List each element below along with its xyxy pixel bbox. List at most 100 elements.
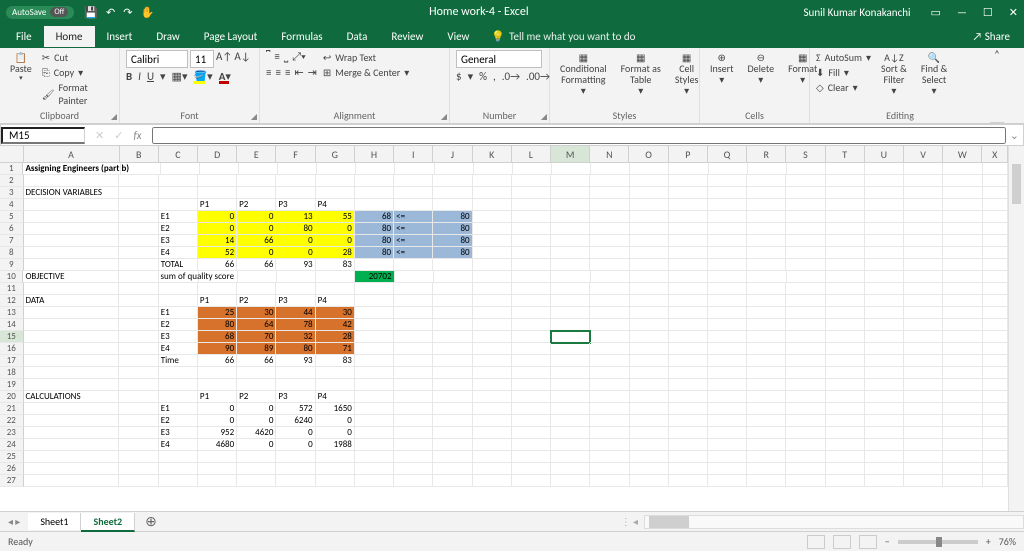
- cell[interactable]: [983, 235, 1008, 247]
- cell[interactable]: [237, 175, 276, 187]
- cell[interactable]: [24, 331, 120, 343]
- insert-cells-button[interactable]: ⊕Insert▾: [706, 50, 738, 87]
- cell[interactable]: [747, 355, 786, 367]
- cell[interactable]: [590, 379, 629, 391]
- cell[interactable]: 6240: [276, 415, 315, 427]
- inc-decimal-icon[interactable]: .0→: [502, 70, 520, 83]
- cell[interactable]: E3: [159, 331, 198, 343]
- cell[interactable]: [119, 379, 158, 391]
- cell[interactable]: [630, 451, 669, 463]
- cell[interactable]: [708, 355, 747, 367]
- enter-formula-icon[interactable]: ✓: [114, 129, 123, 142]
- col-header[interactable]: E: [237, 146, 276, 162]
- cell[interactable]: [473, 187, 512, 199]
- cell[interactable]: [904, 463, 943, 475]
- cell[interactable]: [316, 367, 355, 379]
- cell[interactable]: [904, 355, 943, 367]
- cell[interactable]: [512, 391, 551, 403]
- cancel-formula-icon[interactable]: ✕: [95, 129, 104, 142]
- col-header[interactable]: V: [904, 146, 943, 162]
- cell[interactable]: [239, 163, 278, 175]
- cell[interactable]: [630, 367, 669, 379]
- cell[interactable]: [786, 235, 825, 247]
- col-header[interactable]: O: [629, 146, 668, 162]
- autosave-toggle[interactable]: AutoSave Off: [6, 6, 74, 19]
- cell[interactable]: [786, 451, 825, 463]
- cell[interactable]: [708, 175, 747, 187]
- cell[interactable]: [943, 451, 982, 463]
- cell[interactable]: [747, 475, 786, 487]
- cell[interactable]: [786, 331, 825, 343]
- zoom-slider[interactable]: [898, 540, 978, 544]
- cell[interactable]: [551, 415, 590, 427]
- cell[interactable]: [355, 319, 394, 331]
- cell[interactable]: 28: [316, 247, 355, 259]
- cell[interactable]: [394, 199, 433, 211]
- cell[interactable]: [865, 187, 904, 199]
- cell[interactable]: 28: [316, 331, 355, 343]
- cell[interactable]: [904, 271, 943, 283]
- underline-button[interactable]: U: [147, 70, 154, 83]
- cell[interactable]: 0: [316, 235, 355, 247]
- page-break-view-icon[interactable]: [859, 535, 877, 549]
- cell[interactable]: [630, 379, 669, 391]
- cell[interactable]: [355, 199, 394, 211]
- maximize-icon[interactable]: ☐: [983, 6, 993, 19]
- cell[interactable]: [943, 403, 982, 415]
- cell[interactable]: [394, 391, 433, 403]
- cell[interactable]: 0: [276, 235, 315, 247]
- font-name[interactable]: [126, 50, 188, 68]
- row-header[interactable]: 4: [0, 199, 24, 211]
- row-header[interactable]: 18: [0, 367, 24, 379]
- cell[interactable]: [747, 427, 786, 439]
- cell[interactable]: [669, 247, 708, 259]
- cell[interactable]: [865, 319, 904, 331]
- cell[interactable]: [747, 463, 786, 475]
- cell[interactable]: [786, 319, 825, 331]
- format-as-table-button[interactable]: ▦Format as Table▾: [617, 50, 665, 98]
- cell[interactable]: [512, 463, 551, 475]
- cell[interactable]: [119, 475, 158, 487]
- cell[interactable]: [904, 163, 943, 175]
- cell[interactable]: [904, 427, 943, 439]
- cell[interactable]: [786, 307, 825, 319]
- cell[interactable]: [433, 343, 472, 355]
- tab-formulas[interactable]: Formulas: [269, 26, 334, 47]
- cell[interactable]: 0: [237, 415, 276, 427]
- cell[interactable]: [355, 403, 394, 415]
- cell[interactable]: [119, 175, 158, 187]
- cell[interactable]: 80: [433, 235, 472, 247]
- cell[interactable]: [473, 247, 512, 259]
- cell[interactable]: [983, 451, 1008, 463]
- cell[interactable]: [865, 175, 904, 187]
- cell[interactable]: [355, 439, 394, 451]
- cell[interactable]: [590, 259, 629, 271]
- row-header[interactable]: 1: [0, 163, 23, 175]
- cell[interactable]: [316, 379, 355, 391]
- col-header[interactable]: I: [394, 146, 433, 162]
- row-header[interactable]: 24: [0, 439, 24, 451]
- number-format[interactable]: [456, 50, 542, 68]
- cell[interactable]: [669, 283, 708, 295]
- cell[interactable]: [904, 175, 943, 187]
- cell[interactable]: [826, 355, 865, 367]
- comma-button[interactable]: ,: [493, 70, 496, 83]
- cell[interactable]: [826, 175, 865, 187]
- cell[interactable]: E1: [159, 403, 198, 415]
- col-header[interactable]: W: [943, 146, 982, 162]
- cell[interactable]: [198, 283, 237, 295]
- cell[interactable]: [943, 391, 982, 403]
- cell[interactable]: 572: [276, 403, 315, 415]
- cell[interactable]: [355, 187, 394, 199]
- cell[interactable]: <=: [394, 247, 433, 259]
- cell[interactable]: [590, 175, 629, 187]
- cell[interactable]: [865, 403, 904, 415]
- cell[interactable]: [590, 307, 629, 319]
- cell[interactable]: [943, 199, 982, 211]
- cell[interactable]: [473, 439, 512, 451]
- close-icon[interactable]: ✕: [1009, 6, 1018, 19]
- cell[interactable]: 0: [276, 439, 315, 451]
- cell[interactable]: [434, 271, 473, 283]
- cell[interactable]: [904, 307, 943, 319]
- cell[interactable]: [119, 439, 158, 451]
